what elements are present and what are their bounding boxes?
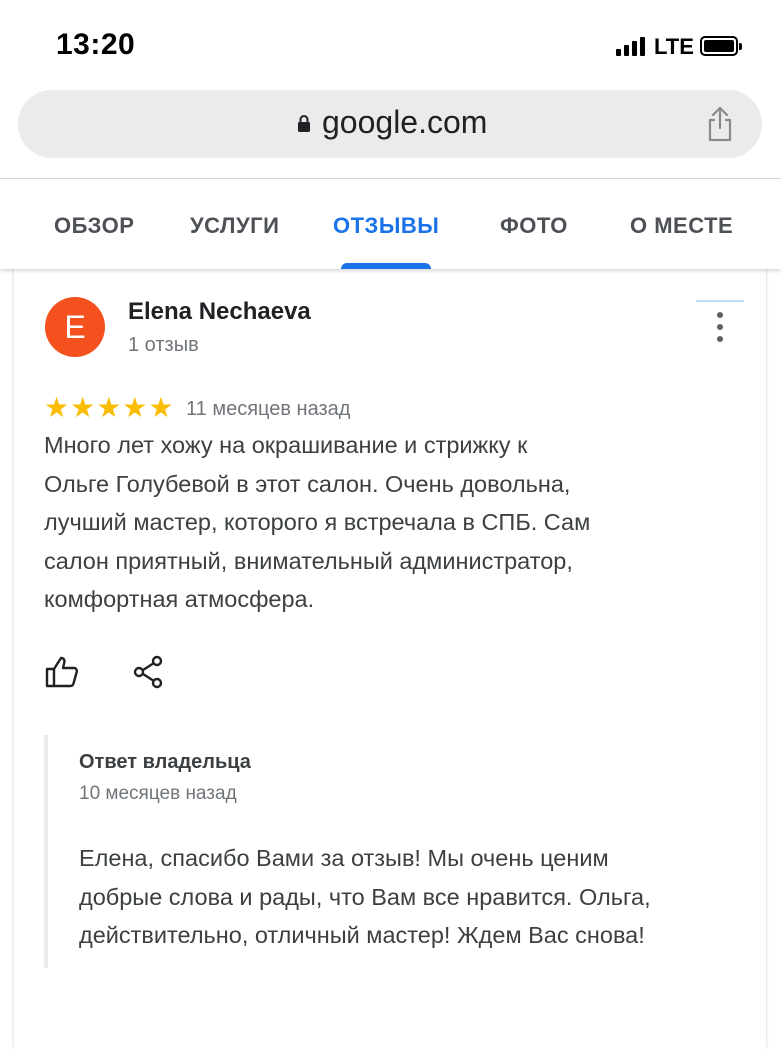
- owner-reply-text: Елена, спасибо Вами за отзыв! Мы очень ц…: [79, 839, 739, 955]
- status-time: 13:20: [56, 28, 136, 61]
- review-text: Много лет хожу на окрашивание и стрижку …: [44, 426, 734, 619]
- tab-bar: ОБЗОР УСЛУГИ ОТЗЫВЫ ФОТО О МЕСТЕ: [0, 179, 781, 269]
- avatar[interactable]: E: [45, 297, 105, 357]
- review-text-line: комфортная атмосфера.: [44, 586, 315, 612]
- owner-reply-date: 10 месяцев назад: [79, 783, 237, 804]
- lock-icon: [298, 115, 310, 132]
- reply-text-line: добрые слова и рады, что Вам все нравитс…: [79, 883, 651, 910]
- more-options-icon[interactable]: [710, 310, 730, 344]
- thumb-up-icon[interactable]: [45, 655, 79, 689]
- review-text-line: Ольге Голубевой в этот салон. Очень дово…: [44, 470, 571, 497]
- reply-text-line: действительно, отличный мастер! Ждем Вас…: [79, 922, 645, 948]
- review-date: 11 месяцев назад: [186, 398, 351, 420]
- status-bar: 13:20 LTE: [0, 0, 781, 90]
- review-card: E Elena Nechaeva 1 отзыв ★★★★★ 11 месяце…: [14, 269, 766, 1049]
- tab-photos[interactable]: ФОТО: [500, 213, 568, 239]
- review-text-line: Много лет хожу на окрашивание и стрижку …: [44, 432, 528, 458]
- battery-icon: [700, 36, 742, 56]
- review-text-line: лучший мастер, которого я встречала в СП…: [44, 509, 591, 535]
- tab-about[interactable]: О МЕСТЕ: [630, 213, 733, 239]
- reply-text-line: Елена, спасибо Вами за отзыв! Мы очень ц…: [79, 845, 609, 871]
- divider: [696, 300, 744, 302]
- active-tab-indicator: [341, 263, 431, 269]
- author-review-count: 1 отзыв: [128, 334, 199, 356]
- share-icon[interactable]: [132, 655, 164, 689]
- network-label: LTE: [654, 34, 694, 59]
- signal-bars-icon: [616, 36, 646, 56]
- star-rating: ★★★★★: [44, 392, 175, 423]
- review-text-line: салон приятный, внимательный администрат…: [44, 547, 573, 574]
- address-bar[interactable]: google.com: [18, 90, 762, 158]
- tab-services[interactable]: УСЛУГИ: [190, 213, 279, 239]
- tab-reviews[interactable]: ОТЗЫВЫ: [333, 213, 439, 239]
- share-icon[interactable]: [703, 104, 737, 144]
- url-text[interactable]: google.com: [322, 104, 487, 141]
- owner-reply: Ответ владельца 10 месяцев назад Елена, …: [44, 735, 738, 968]
- tab-overview[interactable]: ОБЗОР: [54, 213, 134, 239]
- author-name[interactable]: Elena Nechaeva: [128, 298, 311, 326]
- owner-reply-title: Ответ владельца: [79, 751, 251, 773]
